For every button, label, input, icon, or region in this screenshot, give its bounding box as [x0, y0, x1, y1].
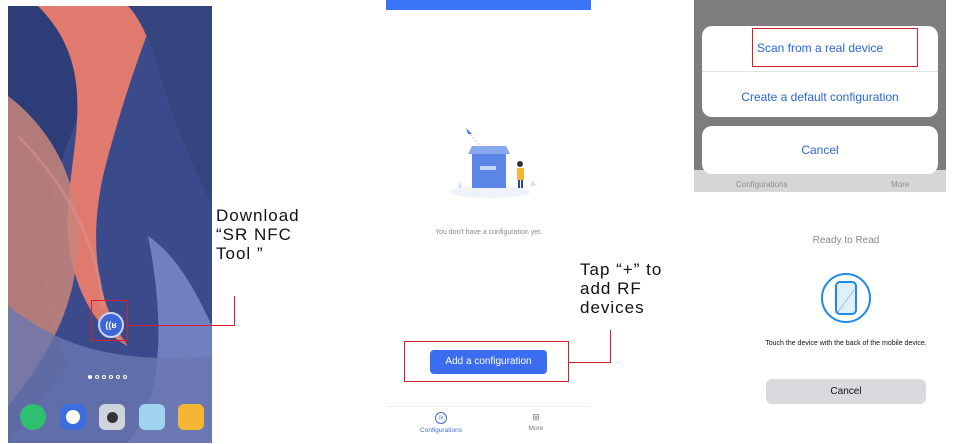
tab-bar: (ʁ Configurations ⊞ More	[386, 406, 591, 444]
gallery-app-icon[interactable]	[138, 404, 165, 430]
dialog-title: Ready to Read	[812, 235, 880, 246]
tab-label: Configurations	[736, 180, 788, 189]
tab-label: Configurations	[420, 427, 462, 434]
nfc-icon: (ʁ	[435, 412, 447, 424]
nfc-read-dialog: Ready to Read Touch the device with the …	[745, 212, 947, 427]
grid-icon: ⊞	[532, 412, 540, 422]
app-dock	[20, 400, 204, 434]
divider	[702, 71, 938, 72]
header-bar	[386, 0, 591, 10]
connector-line	[234, 296, 236, 326]
dialog-message: Touch the device with the back of the mo…	[765, 340, 927, 347]
create-default-configuration-button[interactable]: Create a default configuration	[702, 90, 938, 104]
home-screen: ((ʁ	[8, 6, 212, 443]
page-indicator	[88, 375, 127, 379]
browser-app-icon[interactable]	[59, 404, 86, 430]
tab-label: More	[891, 180, 910, 189]
scan-option-highlight	[752, 28, 918, 67]
cancel-button[interactable]: Cancel	[702, 143, 938, 157]
empty-message: You don't have a configuration yet.	[435, 229, 542, 236]
cancel-group: Cancel	[702, 126, 938, 174]
app-icon-highlight	[91, 300, 128, 341]
notes-app-icon[interactable]	[178, 404, 204, 430]
tap-instruction: Tap “+” to add RF devices	[580, 260, 663, 317]
connector-line	[610, 330, 612, 363]
tab-more[interactable]: ⊞ More	[496, 412, 576, 432]
camera-app-icon[interactable]	[99, 404, 125, 430]
empty-state-illustration	[450, 128, 536, 198]
phone-scan-icon	[821, 273, 871, 323]
connector-line	[569, 362, 611, 364]
add-button-highlight	[404, 341, 569, 382]
tab-configurations[interactable]: (ʁ Configurations	[401, 412, 481, 434]
nfc-cancel-button[interactable]: Cancel	[766, 379, 926, 404]
messages-app-icon[interactable]	[20, 404, 46, 430]
connector-line	[128, 325, 235, 327]
tab-label: More	[528, 425, 544, 432]
download-instruction: Download “SR NFC Tool ”	[216, 206, 300, 263]
